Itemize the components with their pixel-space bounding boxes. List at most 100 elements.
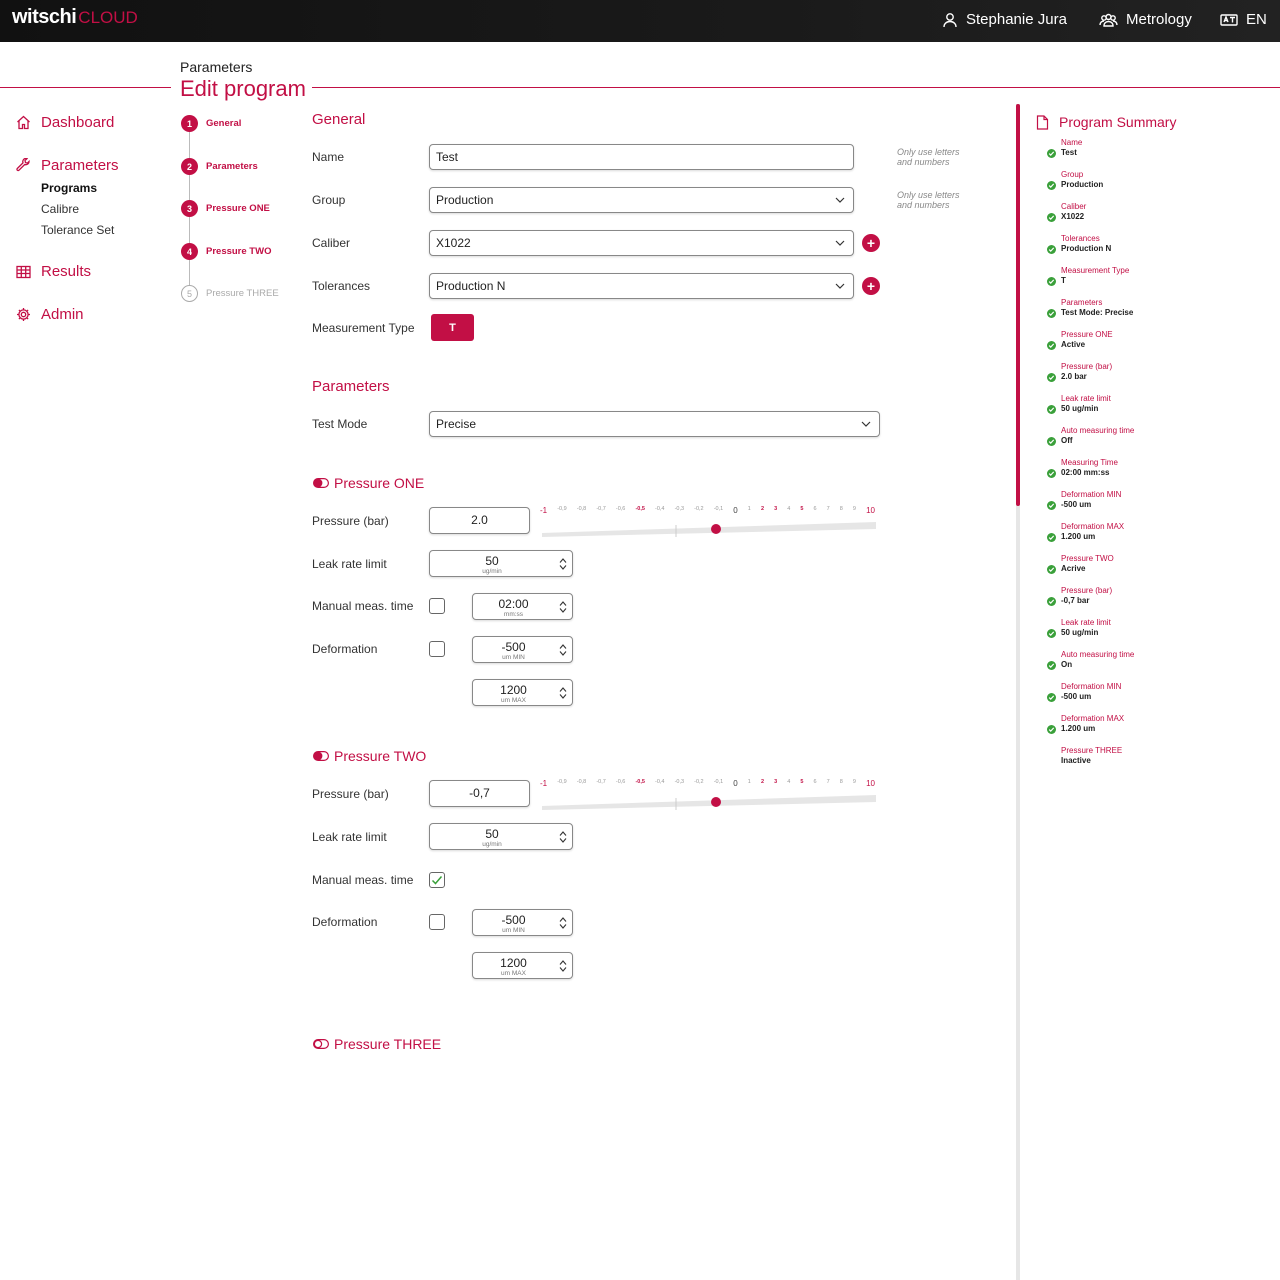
- stepper-arrows-icon[interactable]: [558, 643, 568, 657]
- step-parameters[interactable]: 2 Parameters: [181, 158, 258, 175]
- step-pressure-two[interactable]: 4 Pressure TWO: [181, 243, 271, 260]
- pressure-one-toggle[interactable]: Pressure ONE: [313, 475, 424, 491]
- p2-def-min-value: -500: [501, 913, 526, 927]
- summary-item-value: T: [1047, 276, 1129, 286]
- p1-time-stepper[interactable]: 02:00 mm:ss: [472, 593, 573, 620]
- chevron-down-icon: [861, 421, 871, 427]
- p1-pressure-input[interactable]: 2.0: [429, 507, 530, 534]
- summary-item-label: Deformation MIN: [1061, 490, 1122, 499]
- language-menu[interactable]: EN: [1220, 11, 1267, 28]
- summary-item-value-text: -0,7 bar: [1061, 596, 1090, 605]
- check-circle-icon: [1047, 404, 1056, 414]
- pressure-two-toggle[interactable]: Pressure TWO: [313, 748, 426, 764]
- stepper-arrows-icon[interactable]: [558, 557, 568, 571]
- stepper-arrows-icon[interactable]: [558, 600, 568, 614]
- summary-item-value-text: -500 um: [1061, 692, 1092, 701]
- p2-deformation-label: Deformation: [312, 915, 378, 929]
- summary-item-label: Tolerances: [1061, 234, 1100, 243]
- summary-item-value-text: T: [1061, 276, 1066, 285]
- nav-dashboard[interactable]: Dashboard: [16, 114, 114, 131]
- slider-tick-label: 4: [787, 779, 791, 785]
- summary-item-value: 1.200 um: [1047, 532, 1124, 542]
- step-number: 4: [181, 243, 198, 260]
- p2-manual-checkbox[interactable]: [429, 872, 445, 888]
- summary-item-label: Pressure (bar): [1061, 586, 1113, 595]
- p1-def-min-stepper[interactable]: -500 um MIN: [472, 636, 573, 663]
- p1-manual-label: Manual meas. time: [312, 599, 414, 613]
- summary-item-label: Deformation MAX: [1061, 522, 1125, 531]
- p1-deformation-checkbox[interactable]: [429, 641, 445, 657]
- nav-sub-programs[interactable]: Programs: [41, 181, 97, 195]
- nav-results[interactable]: Results: [16, 263, 91, 280]
- summary-item-label: Deformation MAX: [1061, 714, 1125, 723]
- pressure-three-toggle[interactable]: Pressure THREE: [313, 1036, 441, 1052]
- add-caliber-button[interactable]: +: [862, 234, 880, 252]
- slider-knob[interactable]: [711, 797, 721, 807]
- stepper-arrows-icon[interactable]: [558, 686, 568, 700]
- stepper-arrows-icon[interactable]: [558, 916, 568, 930]
- summary-item-label: Leak rate limit: [1061, 618, 1111, 627]
- slider-tick-label: 10: [866, 779, 875, 788]
- p1-def-max-stepper[interactable]: 1200 um MAX: [472, 679, 573, 706]
- tolerances-select[interactable]: Production N: [429, 273, 854, 299]
- summary-item: Tolerances Production N: [1047, 234, 1111, 254]
- check-circle-icon: [1047, 308, 1056, 318]
- logo[interactable]: witschi CLOUD: [12, 6, 138, 29]
- step-general[interactable]: 1 General: [181, 115, 241, 132]
- measurement-type-label: Measurement Type: [312, 321, 415, 335]
- summary-item: Caliber X1022: [1047, 202, 1086, 222]
- workspace-menu[interactable]: Metrology: [1099, 11, 1192, 28]
- slider-tick-label: 0: [733, 779, 738, 788]
- group-select[interactable]: Production: [429, 187, 854, 213]
- summary-scrollbar-thumb[interactable]: [1016, 104, 1020, 506]
- toggle-on-icon: [313, 478, 329, 488]
- p2-def-max-stepper[interactable]: 1200 um MAX: [472, 952, 573, 979]
- summary-item: Leak rate limit 50 ug/min: [1047, 394, 1111, 414]
- caliber-label: Caliber: [312, 236, 351, 250]
- summary-item-label: Measurement Type: [1061, 266, 1130, 275]
- header-divider-left: [0, 87, 171, 88]
- p1-pressure-slider[interactable]: -1 -0,9 -0,8 -0,7 -0,6 -0,5 -0,4 -0,3 -0,2 -0,1 0 1…: [540, 506, 880, 537]
- name-input[interactable]: Test: [429, 144, 854, 170]
- p1-leak-stepper[interactable]: 50 ug/min: [429, 550, 573, 577]
- page-section: Parameters: [180, 59, 253, 75]
- summary-item-value-text: 1.200 um: [1061, 532, 1096, 541]
- test-mode-select[interactable]: Precise: [429, 411, 880, 437]
- step-label: Pressure TWO: [206, 246, 272, 257]
- summary-item-value-text: -500 um: [1061, 500, 1092, 509]
- add-tolerances-button[interactable]: +: [862, 277, 880, 295]
- p2-leak-stepper[interactable]: 50 ug/min: [429, 823, 573, 850]
- table-icon: [16, 265, 31, 278]
- summary-item-value-text: 02:00 mm:ss: [1061, 468, 1110, 477]
- summary-item: Auto measuring time On: [1047, 650, 1134, 670]
- p2-pressure-input[interactable]: -0,7: [429, 780, 530, 807]
- summary-item-label: Name: [1061, 138, 1083, 147]
- user-menu[interactable]: Stephanie Jura: [942, 11, 1067, 28]
- caliber-select[interactable]: X1022: [429, 230, 854, 256]
- measurement-type-button[interactable]: T: [431, 314, 474, 341]
- stepper-arrows-icon[interactable]: [558, 959, 568, 973]
- nav-admin[interactable]: Admin: [16, 306, 84, 323]
- check-circle-icon: [1047, 436, 1056, 446]
- slider-tick-label: -0,3: [674, 506, 685, 512]
- step-pressure-one[interactable]: 3 Pressure ONE: [181, 200, 270, 217]
- check-circle-icon: [1047, 212, 1056, 222]
- p2-pressure-slider[interactable]: -1 -0,9 -0,8 -0,7 -0,6 -0,5 -0,4 -0,3 -0,2 -0,1 0 1…: [540, 779, 880, 810]
- summary-item-value: Test Mode: Precise: [1047, 308, 1133, 318]
- p2-deformation-checkbox[interactable]: [429, 914, 445, 930]
- slider-track: [542, 795, 876, 810]
- stepper-arrows-icon[interactable]: [558, 830, 568, 844]
- step-pressure-three[interactable]: 5 Pressure THREE: [181, 285, 279, 302]
- nav-sub-calibre[interactable]: Calibre: [41, 202, 79, 216]
- nav-parameters[interactable]: Parameters: [16, 157, 119, 174]
- slider-knob[interactable]: [711, 524, 721, 534]
- nav-sub-tolerance-set[interactable]: Tolerance Set: [41, 223, 114, 237]
- summary-item-label: Auto measuring time: [1061, 426, 1135, 435]
- checkmark-icon: [431, 876, 443, 885]
- p2-def-min-stepper[interactable]: -500 um MIN: [472, 909, 573, 936]
- slider-tick-label: -0,6: [615, 779, 626, 785]
- group-label: Group: [312, 193, 346, 207]
- summary-item-value: X1022: [1047, 212, 1086, 222]
- p1-manual-checkbox[interactable]: [429, 598, 445, 614]
- slider-tick-label: 2: [760, 779, 764, 785]
